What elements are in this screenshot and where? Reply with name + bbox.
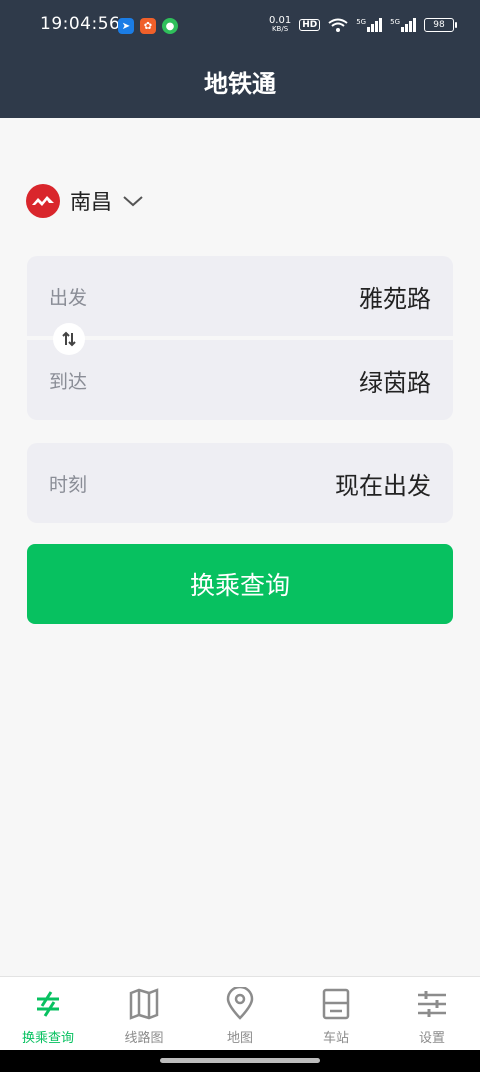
arrival-station-value: 绿茵路 (359, 368, 431, 397)
arrival-station-field[interactable]: 到达 绿茵路 (27, 340, 453, 420)
map-fold-icon (127, 987, 161, 1021)
departure-station-value: 雅苑路 (359, 284, 431, 313)
station-icon (319, 987, 353, 1021)
status-bar: 19:04:56 ➤ ✿ ● 0.01 KB/S HD 5G 5G 98 (0, 0, 480, 44)
battery-icon: 98 (424, 18, 457, 32)
city-selector[interactable]: 南昌 (26, 184, 144, 218)
transfer-query-button[interactable]: 换乘查询 (27, 544, 453, 624)
signal-icon: 5G (356, 18, 383, 32)
settings-sliders-icon (415, 987, 449, 1021)
nav-label: 设置 (418, 1031, 445, 1046)
departure-time-field[interactable]: 时刻 现在出发 (27, 443, 453, 523)
departure-station-field[interactable]: 出发 雅苑路 (27, 256, 453, 336)
app-header: 地铁通 (0, 44, 480, 118)
nav-item-map[interactable]: 地图 (192, 977, 288, 1050)
home-indicator[interactable] (160, 1058, 320, 1063)
location-pin-icon (223, 987, 257, 1021)
nav-item-line-map[interactable]: 线路图 (96, 977, 192, 1050)
nav-item-settings[interactable]: 设置 (384, 977, 480, 1050)
page-title: 地铁通 (204, 69, 276, 98)
city-name: 南昌 (70, 190, 112, 214)
nav-label: 地图 (226, 1031, 253, 1046)
bottom-nav: 换乘查询 线路图 地图 车站 设置 (0, 976, 480, 1050)
notification-chat-icon: ● (162, 18, 178, 34)
arrival-label: 到达 (49, 370, 88, 393)
notification-app-icon: ➤ (118, 18, 134, 34)
chevron-down-icon (123, 196, 143, 207)
gesture-bar (0, 1050, 480, 1072)
departure-label: 出发 (49, 286, 88, 309)
status-app-icons: ➤ ✿ ● (118, 18, 178, 34)
signal-icon: 5G (390, 18, 416, 32)
transfer-icon (31, 987, 65, 1021)
time-value: 现在出发 (335, 471, 431, 500)
swap-stations-button[interactable] (53, 323, 85, 355)
route-card: 出发 雅苑路 到达 绿茵路 (27, 256, 453, 420)
status-time: 19:04:56 (40, 14, 121, 34)
nav-item-transfer[interactable]: 换乘查询 (0, 977, 96, 1050)
status-indicators: 0.01 KB/S HD 5G 5G 98 (268, 15, 457, 34)
nav-label: 换乘查询 (21, 1031, 74, 1046)
nav-label: 线路图 (124, 1031, 164, 1046)
wifi-icon (328, 18, 348, 32)
time-label: 时刻 (49, 473, 88, 496)
swap-icon (62, 331, 76, 347)
notification-app-icon: ✿ (140, 18, 156, 34)
nav-item-station[interactable]: 车站 (288, 977, 384, 1050)
hd-icon: HD (299, 19, 321, 31)
metro-logo-icon (26, 184, 60, 218)
nav-label: 车站 (322, 1031, 349, 1046)
network-speed: 0.01 KB/S (268, 15, 292, 34)
